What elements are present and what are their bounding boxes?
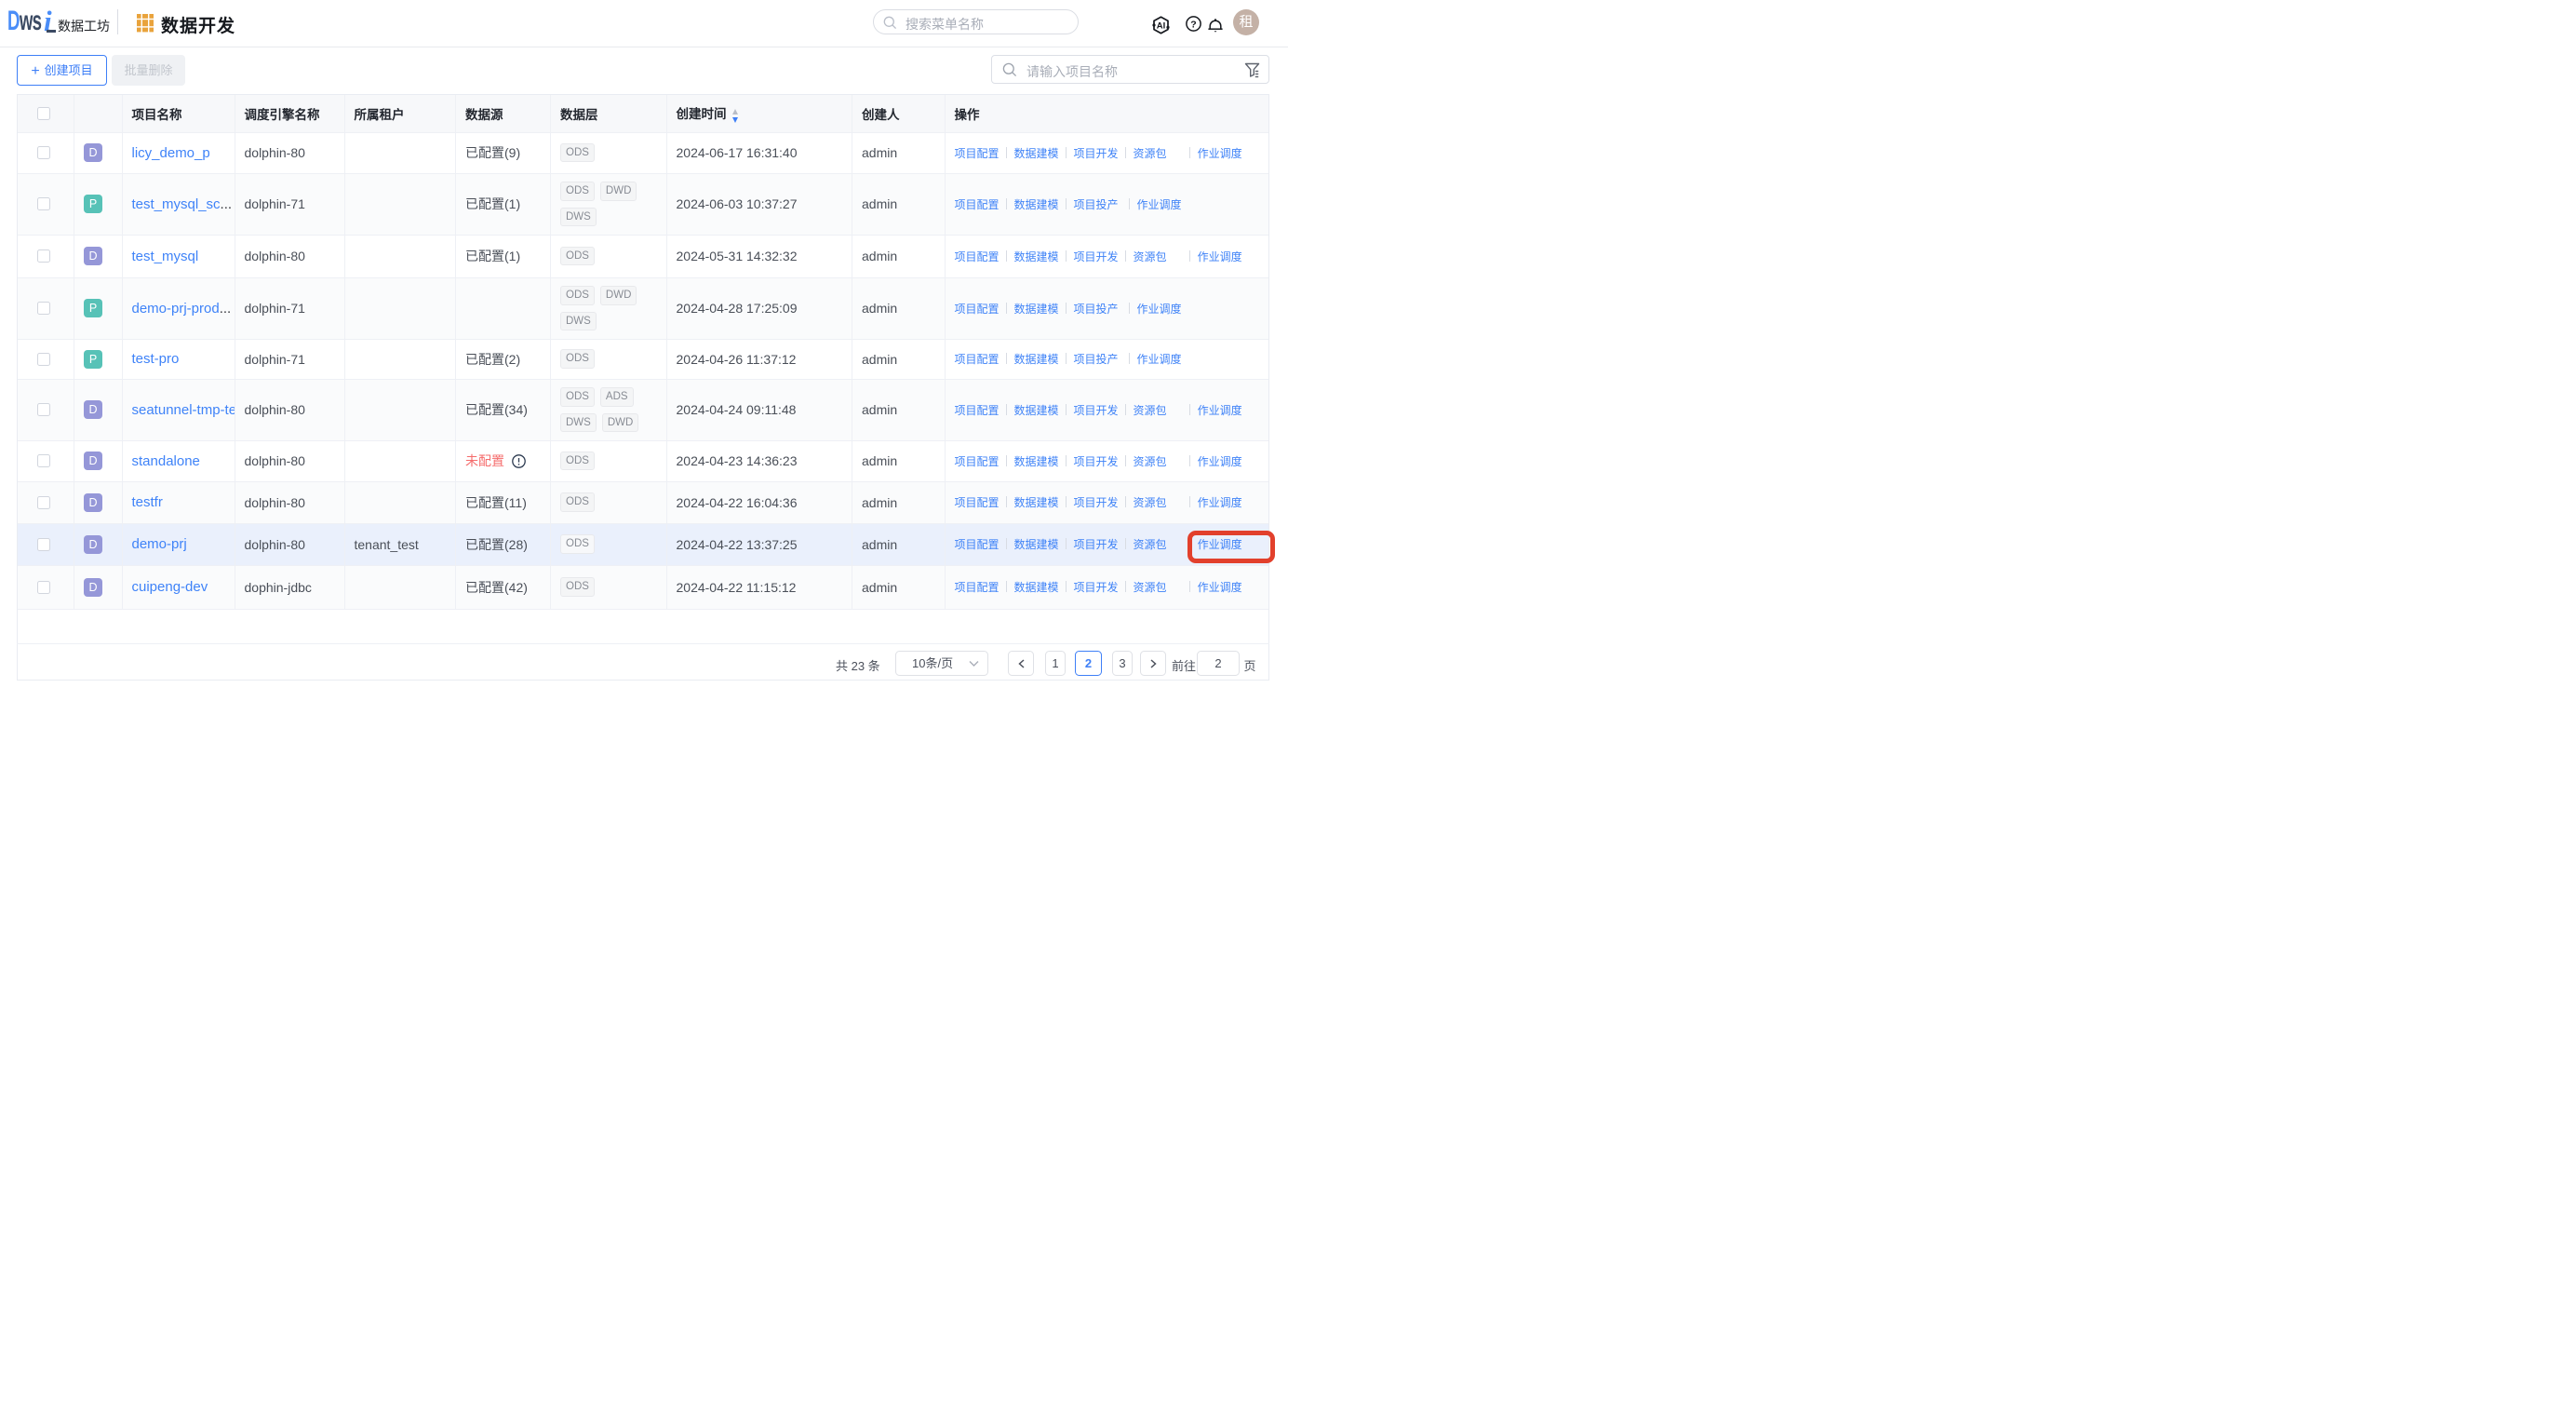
svg-text:AI: AI xyxy=(1157,21,1166,32)
svg-text:?: ? xyxy=(1190,19,1196,30)
